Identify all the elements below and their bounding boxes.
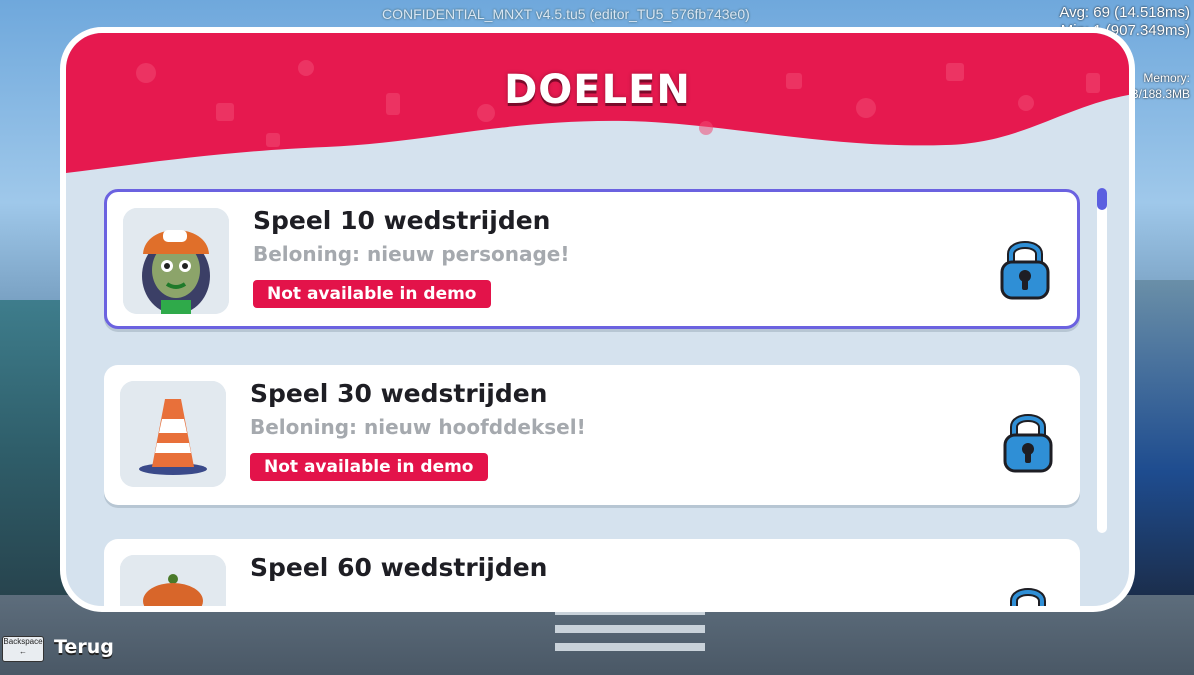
not-available-badge: Not available in demo: [253, 280, 491, 308]
goal-card-2[interactable]: Speel 30 wedstrijden Beloning: nieuw hoo…: [104, 365, 1080, 505]
back-arrow-icon: ←: [19, 647, 27, 656]
scrollbar[interactable]: [1097, 188, 1107, 533]
page-title: DOELEN: [504, 67, 691, 113]
goal-title: Speel 60 wedstrijden: [250, 553, 548, 582]
back-button[interactable]: Terug: [54, 636, 114, 658]
goal-title: Speel 30 wedstrijden: [250, 379, 548, 408]
cake-icon: [120, 555, 226, 606]
backspace-key-label: Backspace: [3, 637, 43, 646]
debug-avg: Avg: 69 (14.518ms): [1059, 4, 1190, 21]
lock-icon: [1010, 588, 1046, 606]
debug-build-label: CONFIDENTIAL_MNXT v4.5.tu5 (editor_TU5_5…: [382, 6, 750, 22]
backspace-key-icon[interactable]: Backspace ←: [2, 636, 44, 662]
goal-reward: Beloning: nieuw personage!: [253, 242, 570, 266]
goal-card-1[interactable]: Speel 10 wedstrijden Beloning: nieuw per…: [104, 189, 1080, 329]
goal-title: Speel 10 wedstrijden: [253, 206, 551, 235]
goals-list[interactable]: Speel 10 wedstrijden Beloning: nieuw per…: [66, 183, 1129, 606]
scrollbar-thumb[interactable]: [1097, 188, 1107, 210]
lock-icon: [1000, 241, 1050, 300]
goal-card-3[interactable]: Speel 60 wedstrijden: [104, 539, 1080, 606]
header-wave-background: [66, 33, 1129, 173]
lock-icon: [1003, 414, 1053, 473]
traffic-cone-icon: [120, 381, 226, 487]
goals-panel: DOELEN Speel 10 wedstrijden Beloning: ni: [60, 27, 1135, 612]
character-portrait-icon: [123, 208, 229, 314]
crosswalk: [555, 607, 705, 667]
goal-reward: Beloning: nieuw hoofddeksel!: [250, 415, 586, 439]
not-available-badge: Not available in demo: [250, 453, 488, 481]
panel-header: DOELEN: [66, 33, 1129, 203]
